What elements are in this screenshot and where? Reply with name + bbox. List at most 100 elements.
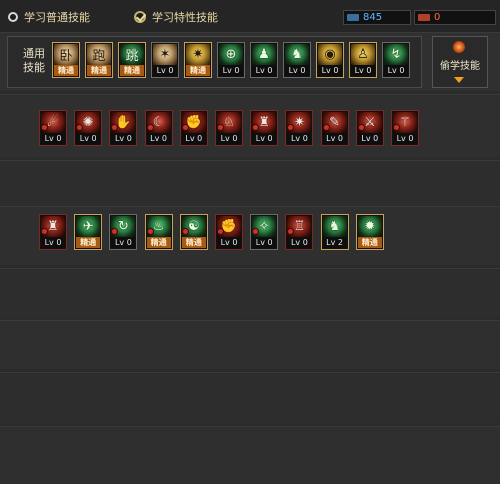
skill-glyph: ◉ [324,47,336,62]
skill-slot[interactable]: ✷ 精通 [184,42,212,78]
skill-slot[interactable]: ⊕ Lv 0 [217,42,245,78]
skill-slot[interactable]: ✷ Lv 0 [285,110,314,146]
skill-level-label: Lv 0 [285,65,309,76]
skill-icon: 跑 [87,44,111,65]
skill-glyph: ✷ [192,47,204,62]
lock-icon [181,124,189,131]
skill-icon: ↯ [384,44,408,65]
skill-glyph: ↯ [390,47,402,62]
skill-level-label: Lv 0 [111,133,136,144]
skill-glyph: 跑 [92,49,106,64]
skill-slot[interactable]: ☯ 精通 [179,214,208,250]
skill-slot[interactable]: ✹ 精通 [355,214,384,250]
skill-level-label: Lv 0 [393,133,417,144]
skill-level-label: Lv 0 [357,133,382,144]
skill-slot[interactable]: ♞ Lv 2 [320,214,349,250]
skill-slot[interactable]: ♟ Lv 0 [250,42,278,78]
lock-icon [146,124,154,131]
steal-skill-icon [453,41,465,53]
red-points-icon [418,14,430,21]
skill-level-label: Lv 0 [252,65,276,76]
skill-slot[interactable]: ✈ 精通 [74,214,103,250]
skill-slot[interactable]: ♖ Lv 0 [285,214,314,250]
skill-level-label: 精通 [87,65,111,76]
dropdown-arrow-icon [454,77,464,83]
skill-slot[interactable]: ♞ Lv 0 [283,42,311,78]
sp-value: 845 [363,12,383,23]
skill-slot[interactable]: ♙ Lv 0 [349,42,377,78]
skill-level-label: Lv 0 [146,133,171,144]
lock-icon [41,228,48,235]
skill-slot[interactable]: ↯ Lv 0 [382,42,410,78]
panel-row-3 [0,160,500,205]
skill-icon: ✶ [153,44,177,65]
skill-icon: ♞ [322,216,347,237]
panel-row-6 [0,320,500,369]
skill-slot[interactable]: ✋ Lv 0 [109,110,138,146]
skill-level-label: Lv 0 [76,133,101,144]
tp-counter: 0 [414,10,496,25]
skill-level-label: 精通 [357,237,382,248]
sp-counter: 845 [343,10,411,25]
skill-icon: ✹ [357,216,382,237]
skill-level-label: Lv 0 [318,65,342,76]
skill-slot[interactable]: ✊ Lv 0 [179,110,208,146]
tab-trait-label: 学习特性技能 [152,11,218,24]
tab-normal-label: 学习普通技能 [24,11,90,24]
skill-level-label: Lv 0 [153,65,177,76]
skill-icon: ♟ [252,44,276,65]
skill-level-label: Lv 0 [217,237,241,248]
skill-slot[interactable]: ✧ Lv 0 [250,214,279,250]
skill-level-label: Lv 0 [322,133,347,144]
skill-icon: 跳 [120,44,144,65]
skill-slot[interactable]: ✶ Lv 0 [151,42,179,78]
steal-skill-button[interactable]: 偷学技能 [432,36,488,88]
skill-slot[interactable]: ☄ Lv 0 [39,110,67,146]
skill-slot[interactable]: ♜ Lv 0 [250,110,279,146]
skill-slot[interactable]: ♜ Lv 0 [39,214,67,250]
skill-glyph: ♙ [357,47,369,62]
skill-slot[interactable]: ♘ Lv 0 [215,110,243,146]
lock-icon [146,228,154,235]
lock-icon [217,228,224,235]
skill-slot[interactable]: ⚚ Lv 0 [391,110,419,146]
skill-glyph: 卧 [59,49,73,64]
tp-value: 0 [434,12,441,23]
skill-level-label: Lv 0 [252,133,277,144]
skill-level-label: Lv 0 [287,237,312,248]
skill-level-label: 精通 [76,237,101,248]
skill-icon: ✷ [186,44,210,65]
skill-level-label: Lv 0 [41,133,65,144]
lock-icon [357,124,365,131]
skill-level-label: Lv 0 [217,133,241,144]
skill-icon: ♞ [285,44,309,65]
tab-trait-skills[interactable]: 学习特性技能 [134,9,218,25]
panel-row-5 [0,268,500,317]
skill-icon: ✈ [76,216,101,237]
lock-icon [322,124,330,131]
skill-level-label: Lv 0 [351,65,375,76]
skill-slot[interactable]: 跑精通 [85,42,113,78]
skill-slot[interactable]: ♨ 精通 [144,214,173,250]
skill-slot[interactable]: 卧精通 [52,42,80,78]
skill-slot[interactable]: ☾ Lv 0 [144,110,173,146]
skill-glyph: ♟ [258,47,270,62]
skill-slot[interactable]: ↻ Lv 0 [109,214,138,250]
skill-slot[interactable]: ✊ Lv 0 [215,214,243,250]
skill-slot[interactable]: ✺ Lv 0 [74,110,103,146]
skill-slot[interactable]: ✎ Lv 0 [320,110,349,146]
skill-slot[interactable]: 跳精通 [118,42,146,78]
skill-level-label: Lv 0 [219,65,243,76]
panel-row-8 [0,426,500,484]
tab-normal-skills[interactable]: 学习普通技能 [8,9,90,25]
skill-glyph: ⊕ [225,47,237,62]
skill-level-label: Lv 0 [384,65,408,76]
skill-level-label: 精通 [181,237,206,248]
skill-glyph: ✹ [364,219,376,234]
skill-slot[interactable]: ⚔ Lv 0 [355,110,384,146]
skill-slot[interactable]: ◉ Lv 0 [316,42,344,78]
skill-icon: ◉ [318,44,342,65]
skill-icon: ⊕ [219,44,243,65]
skill-glyph: 跳 [125,49,139,64]
skill-level-label: Lv 0 [111,237,136,248]
